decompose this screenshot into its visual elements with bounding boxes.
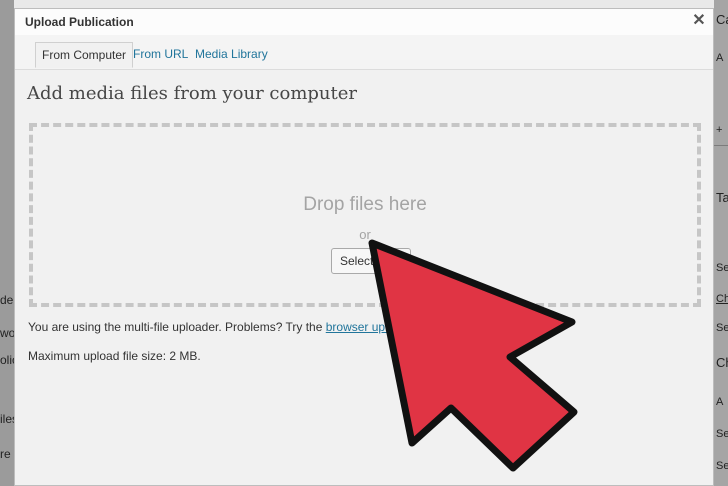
browser-uploader-link[interactable]: browser uplo xyxy=(326,320,395,334)
tab-bar: From Computer From URL Media Library xyxy=(15,35,713,70)
close-icon[interactable]: ✕ xyxy=(691,12,707,30)
bg-text-fragment: Ca xyxy=(716,12,728,27)
bg-text-fragment: Ch xyxy=(716,355,728,370)
bg-text-fragment: + xyxy=(716,124,723,136)
uploader-info: You are using the multi-file uploader. P… xyxy=(28,320,394,334)
upload-modal: Upload Publication ✕ From Computer From … xyxy=(14,8,714,486)
bg-text-fragment: Se xyxy=(716,460,728,472)
select-files-button[interactable]: Select Files xyxy=(331,248,411,274)
drop-files-label: Drop files here xyxy=(303,194,427,215)
bg-divider xyxy=(714,145,728,146)
background-left-strip: de wo olio iles re c xyxy=(0,0,20,486)
tab-from-url[interactable]: From URL xyxy=(127,42,194,68)
bg-text-fragment: Se xyxy=(716,428,728,440)
bg-text-fragment: de xyxy=(0,293,14,307)
bg-text-fragment: A xyxy=(716,396,724,408)
or-label: or xyxy=(359,227,371,242)
modal-title: Upload Publication xyxy=(25,15,134,29)
background-right-strip: Ca A + Ta Se Ch Se Ch A Se Se xyxy=(714,0,728,486)
bg-text-fragment: Ch xyxy=(716,293,728,305)
bg-text-fragment: Se xyxy=(716,262,728,274)
drop-zone[interactable]: Drop files here or Select Files xyxy=(29,123,701,307)
modal-header: Upload Publication ✕ xyxy=(15,9,713,36)
tab-from-computer[interactable]: From Computer xyxy=(35,42,134,68)
uploader-info-text: You are using the multi-file uploader. P… xyxy=(28,320,326,334)
bg-text-fragment: A xyxy=(716,52,724,64)
bg-text-fragment: Ta xyxy=(716,190,728,205)
tab-media-library[interactable]: Media Library xyxy=(189,42,274,68)
page-title: Add media files from your computer xyxy=(27,83,358,104)
bg-text-fragment: Se xyxy=(716,322,728,334)
max-upload-size: Maximum upload file size: 2 MB. xyxy=(28,349,201,363)
